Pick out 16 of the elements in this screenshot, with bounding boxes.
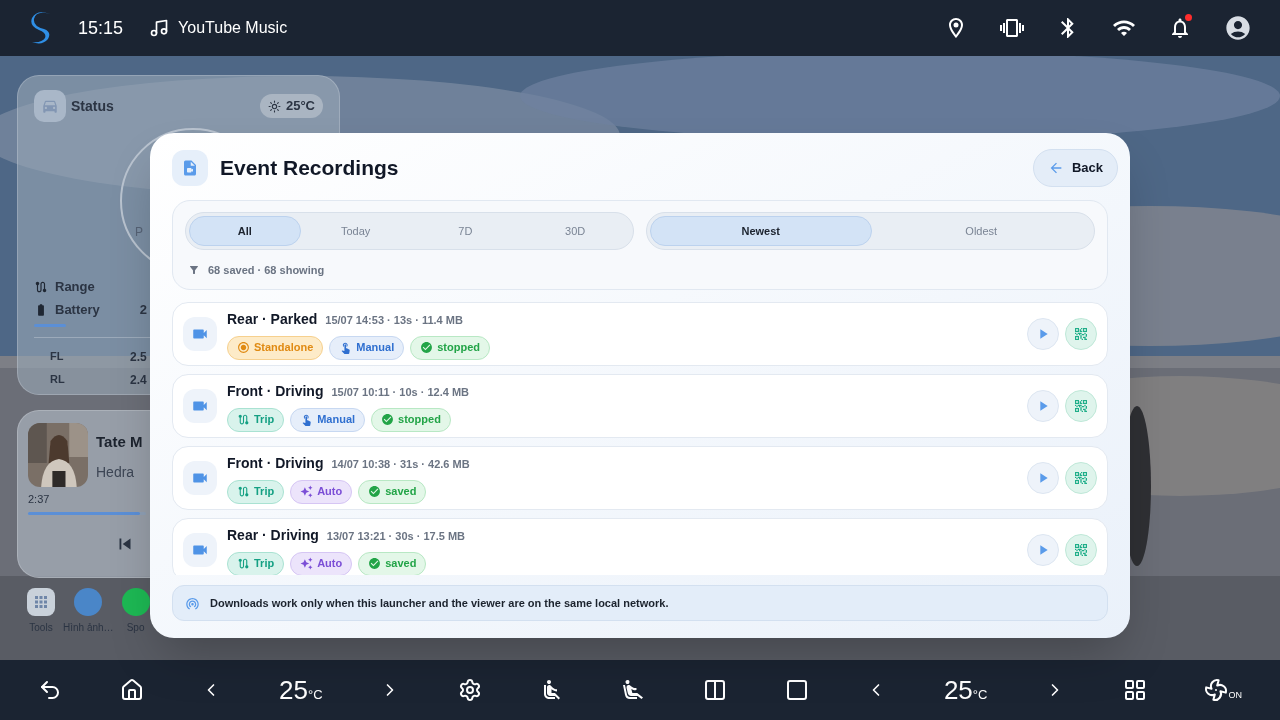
music-note-icon xyxy=(149,18,170,38)
fan-icon xyxy=(1204,678,1229,702)
seat-airflow-icon[interactable] xyxy=(621,678,646,702)
settings-icon[interactable] xyxy=(457,678,482,702)
home-icon[interactable] xyxy=(119,678,144,702)
user-avatar-icon[interactable] xyxy=(1224,14,1252,42)
now-playing: YouTube Music xyxy=(178,18,288,38)
temperature-reading: 25°C xyxy=(943,673,988,707)
square-icon[interactable] xyxy=(784,678,809,702)
split-screen-icon[interactable] xyxy=(702,678,727,702)
clock: 15:15 xyxy=(78,16,124,40)
back-icon[interactable] xyxy=(38,678,62,702)
fan-button[interactable]: ON xyxy=(1204,678,1242,702)
grid-icon[interactable] xyxy=(1122,678,1147,702)
temperature-reading: 25°C xyxy=(279,673,323,707)
vibrate-icon[interactable] xyxy=(1000,16,1024,40)
